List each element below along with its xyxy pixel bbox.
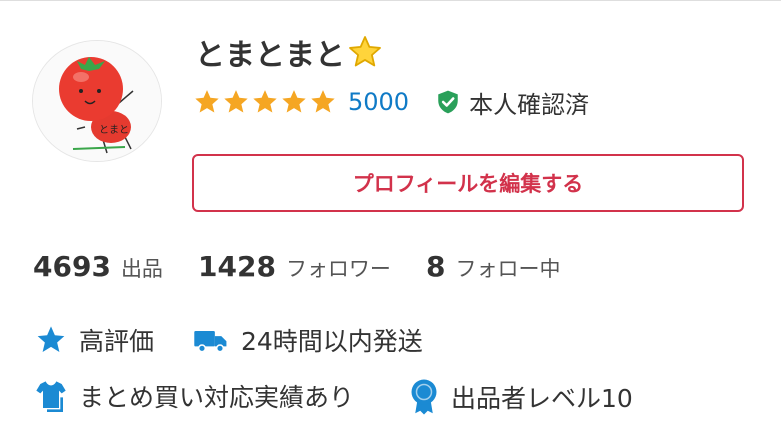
verified-shield-icon — [438, 90, 458, 114]
feature-label: 高評価 — [79, 327, 155, 356]
username-text: とまとまと — [195, 38, 345, 73]
rating-star-icon — [224, 90, 248, 113]
rating-row: 5000 本人確認済 — [193, 86, 590, 119]
feature-high-rating: 高評価 — [35, 322, 154, 358]
stat-following[interactable]: 8 フォロー中 — [426, 250, 560, 283]
stat-label: 出品 — [120, 257, 163, 281]
edit-profile-button[interactable]: プロフィールを編集する — [192, 154, 744, 212]
stat-value: 4693 — [33, 250, 111, 283]
rating-count-link[interactable]: 5000 — [348, 88, 409, 116]
rating-star-icon — [282, 90, 306, 113]
rating-star-icon — [195, 90, 219, 113]
stat-label: フォロー中 — [455, 257, 561, 281]
stat-value: 8 — [426, 250, 446, 283]
avatar-text: とまと — [99, 124, 129, 136]
username: とまとまと — [195, 34, 383, 76]
verified-label: 本人確認済 — [469, 90, 590, 119]
star-emoji-icon — [349, 36, 381, 67]
badge-icon — [411, 379, 437, 415]
stats-row: 4693 出品 1428 フォロワー 8 フォロー中 — [0, 250, 781, 286]
feature-label: まとめ買い対応実績あり — [79, 383, 355, 412]
rating-star-icon — [253, 90, 277, 113]
rating-stars — [193, 88, 338, 116]
rating-star-icon — [311, 90, 335, 113]
star-icon — [37, 326, 65, 352]
top-divider — [0, 0, 781, 1]
tomato-avatar-illustration: とまと — [33, 41, 161, 161]
stat-value: 1428 — [198, 250, 276, 283]
feature-bulk-buy: まとめ買い対応実績あり — [35, 378, 354, 414]
feature-label: 24時間以内発送 — [241, 327, 423, 356]
feature-label: 出品者レベル10 — [451, 384, 633, 413]
stat-label: フォロワー — [285, 257, 391, 281]
truck-icon — [194, 331, 227, 353]
stat-listings[interactable]: 4693 出品 — [33, 250, 163, 283]
stat-followers[interactable]: 1428 フォロワー — [198, 250, 391, 283]
feature-shipping: 24時間以内発送 — [193, 322, 423, 358]
shirt-icon — [36, 381, 66, 412]
feature-seller-level: 出品者レベル10 — [409, 378, 633, 416]
avatar[interactable]: とまと — [32, 40, 162, 162]
